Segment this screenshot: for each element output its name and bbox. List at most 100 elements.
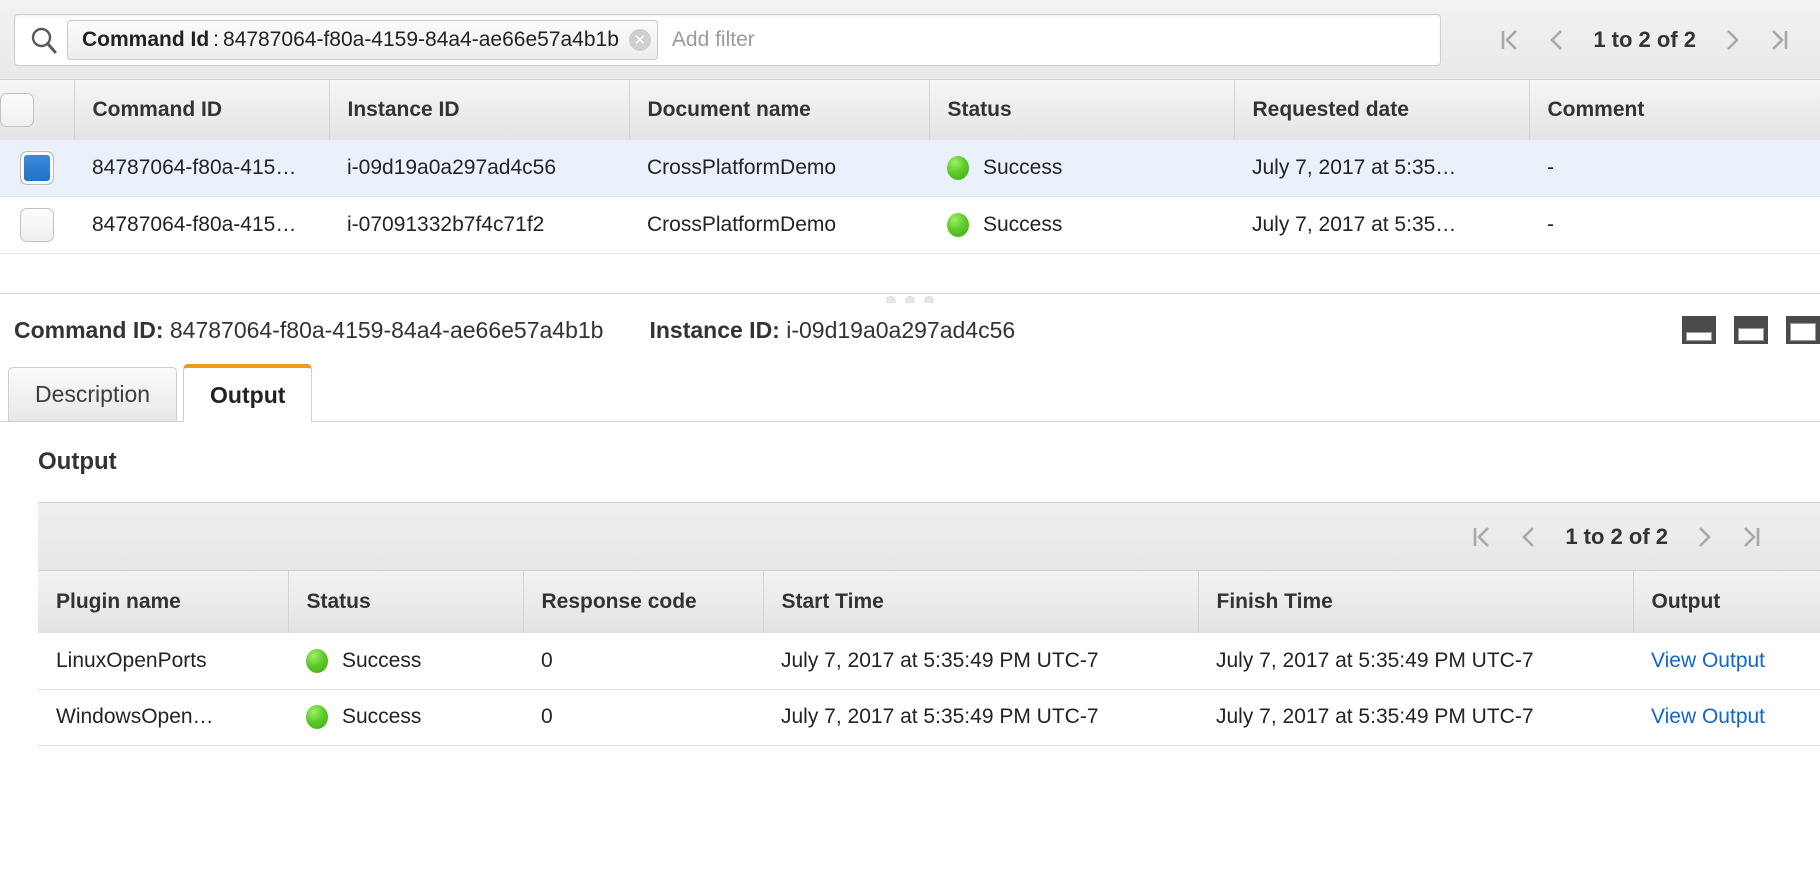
- status-label: Success: [983, 156, 1063, 179]
- cell-output-status: Success: [288, 633, 523, 690]
- detail-command-id: Command ID: 84787064-f80a-4159-84a4-ae66…: [14, 317, 603, 344]
- column-header-output[interactable]: Output: [1633, 571, 1820, 633]
- column-header-response-code[interactable]: Response code: [523, 571, 764, 633]
- detail-instance-id-value: i-09d19a0a297ad4c56: [786, 316, 1016, 343]
- cell-output-link[interactable]: View Output: [1633, 689, 1820, 746]
- cell-status: Success: [929, 196, 1234, 254]
- output-toolbar: 1 to 2 of 2: [38, 503, 1820, 571]
- pager-next-button[interactable]: [1710, 18, 1756, 62]
- cell-comment: -: [1529, 140, 1820, 197]
- column-header-requested-date[interactable]: Requested date: [1234, 80, 1530, 140]
- column-header-document-name[interactable]: Document name: [629, 80, 930, 140]
- output-section-title: Output: [38, 448, 117, 475]
- filter-token-key: Command Id: [82, 27, 210, 51]
- filter-token-separator: :: [213, 27, 220, 51]
- view-output-link[interactable]: View Output: [1651, 705, 1765, 728]
- row-checkbox-checked[interactable]: [20, 151, 54, 185]
- output-pager-range-label: 1 to 2 of 2: [1565, 523, 1668, 549]
- output-pager-next-button[interactable]: [1682, 515, 1728, 559]
- search-icon: [27, 23, 61, 57]
- table-row[interactable]: WindowsOpen… Success 0 July 7, 2017 at 5…: [38, 689, 1820, 746]
- panel-size-medium-icon[interactable]: [1734, 316, 1768, 344]
- splitter-grip-icon[interactable]: [886, 296, 934, 303]
- detail-instance-id: Instance ID: i-09d19a0a297ad4c56: [649, 317, 1015, 344]
- pager-range-label: 1 to 2 of 2: [1593, 26, 1696, 52]
- column-header-status[interactable]: Status: [929, 80, 1235, 140]
- detail-panel-header: Command ID: 84787064-f80a-4159-84a4-ae66…: [0, 294, 1820, 366]
- filter-bar: Command Id : 84787064-f80a-4159-84a4-ae6…: [0, 0, 1820, 80]
- status-success-icon: [306, 705, 328, 729]
- panel-gap: [0, 254, 1820, 294]
- cell-output-status: Success: [288, 689, 523, 746]
- cell-finish-time: July 7, 2017 at 5:35:49 PM UTC-7: [1198, 689, 1633, 746]
- add-filter-placeholder[interactable]: Add filter: [668, 28, 755, 52]
- column-header-instance-id[interactable]: Instance ID: [329, 80, 630, 140]
- panel-size-small-icon[interactable]: [1682, 316, 1716, 344]
- table-row[interactable]: 84787064-f80a-415… i-09d19a0a297ad4c56 C…: [0, 140, 1820, 197]
- cell-command-id: 84787064-f80a-415…: [74, 140, 329, 197]
- output-pager-prev-button[interactable]: [1505, 515, 1551, 559]
- tab-output-label: Output: [210, 381, 286, 408]
- cell-document-name: CrossPlatformDemo: [629, 196, 929, 254]
- column-header-comment[interactable]: Comment: [1529, 80, 1820, 140]
- row-select-cell[interactable]: [0, 196, 74, 254]
- commands-table: Command ID Instance ID Document name Sta…: [0, 80, 1820, 254]
- pager-prev-button[interactable]: [1533, 18, 1579, 62]
- row-checkbox[interactable]: [20, 208, 54, 242]
- panel-size-large-icon[interactable]: [1786, 316, 1820, 344]
- pager-first-button[interactable]: [1487, 18, 1533, 62]
- panel-size-controls: [1682, 316, 1820, 344]
- cell-command-id: 84787064-f80a-415…: [74, 196, 329, 254]
- cell-plugin-name: LinuxOpenPorts: [38, 633, 288, 690]
- status-label: Success: [983, 213, 1063, 236]
- cell-instance-id: i-09d19a0a297ad4c56: [329, 140, 629, 197]
- tab-description[interactable]: Description: [8, 367, 178, 421]
- tab-output[interactable]: Output: [183, 364, 313, 422]
- output-table: Plugin name Status Response code Start T…: [38, 571, 1820, 746]
- cell-instance-id: i-07091332b7f4c71f2: [329, 196, 629, 254]
- column-header-command-id[interactable]: Command ID: [74, 80, 330, 140]
- tab-description-label: Description: [35, 381, 151, 407]
- row-select-cell[interactable]: [0, 140, 74, 197]
- commands-table-header-row: Command ID Instance ID Document name Sta…: [0, 80, 1820, 140]
- detail-tabs: Description Output: [0, 364, 1820, 422]
- status-label: Success: [342, 705, 422, 728]
- detail-command-id-value: 84787064-f80a-4159-84a4-ae66e57a4b1b: [169, 316, 604, 343]
- cell-output-link[interactable]: View Output: [1633, 633, 1820, 690]
- cell-start-time: July 7, 2017 at 5:35:49 PM UTC-7: [763, 689, 1198, 746]
- view-output-link[interactable]: View Output: [1651, 649, 1765, 672]
- commands-pager: 1 to 2 of 2: [1487, 18, 1820, 62]
- cell-response-code: 0: [523, 689, 763, 746]
- column-header-finish-time[interactable]: Finish Time: [1198, 571, 1634, 633]
- output-section: Output 1 to 2 of 2 Plugin name Status Re…: [0, 422, 1820, 746]
- column-header-start-time[interactable]: Start Time: [763, 571, 1199, 633]
- cell-response-code: 0: [523, 633, 763, 690]
- cell-requested-date: July 7, 2017 at 5:35…: [1234, 196, 1529, 254]
- cell-comment: -: [1529, 196, 1820, 254]
- filter-input-box[interactable]: Command Id : 84787064-f80a-4159-84a4-ae6…: [14, 13, 1441, 66]
- output-panel: 1 to 2 of 2 Plugin name Status Response …: [38, 502, 1820, 746]
- status-success-icon: [306, 648, 328, 673]
- pager-last-button[interactable]: [1756, 18, 1802, 62]
- filter-token-value: 84787064-f80a-4159-84a4-ae66e57a4b1b: [223, 27, 619, 51]
- select-all-header[interactable]: [0, 80, 75, 140]
- select-all-checkbox[interactable]: [0, 93, 34, 127]
- status-success-icon: [947, 213, 969, 237]
- table-row[interactable]: LinuxOpenPorts Success 0 July 7, 2017 at…: [38, 633, 1820, 690]
- column-header-output-status[interactable]: Status: [288, 571, 524, 633]
- output-pager: 1 to 2 of 2: [1459, 515, 1820, 559]
- output-pager-first-button[interactable]: [1459, 515, 1505, 559]
- output-pager-last-button[interactable]: [1728, 515, 1774, 559]
- table-row[interactable]: 84787064-f80a-415… i-07091332b7f4c71f2 C…: [0, 196, 1820, 254]
- cell-status: Success: [929, 140, 1234, 197]
- filter-token-command-id[interactable]: Command Id : 84787064-f80a-4159-84a4-ae6…: [67, 19, 658, 60]
- cell-finish-time: July 7, 2017 at 5:35:49 PM UTC-7: [1198, 633, 1633, 690]
- output-table-header-row: Plugin name Status Response code Start T…: [38, 571, 1820, 633]
- detail-command-id-label: Command ID:: [14, 316, 164, 343]
- cell-document-name: CrossPlatformDemo: [629, 140, 929, 197]
- remove-filter-icon[interactable]: ✕: [628, 28, 651, 51]
- cell-plugin-name: WindowsOpen…: [38, 689, 288, 746]
- status-success-icon: [947, 156, 969, 180]
- cell-start-time: July 7, 2017 at 5:35:49 PM UTC-7: [763, 633, 1198, 690]
- column-header-plugin-name[interactable]: Plugin name: [38, 571, 289, 633]
